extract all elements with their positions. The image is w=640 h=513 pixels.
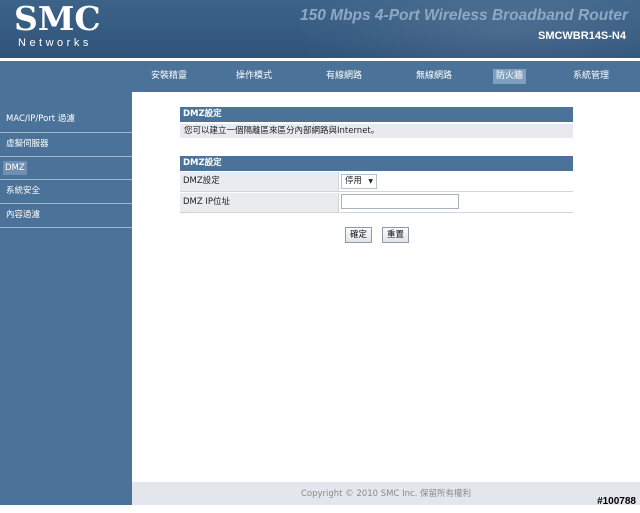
- top-nav: 安裝精靈 操作模式 有線網路 無線網路 防火牆 系統管理: [0, 61, 640, 92]
- dmz-setting-cell: 停用 ▼: [338, 172, 573, 191]
- sidebar-item-mac-ip-port-filter[interactable]: MAC/IP/Port 過濾: [0, 108, 132, 130]
- smc-logo-subtitle: Networks: [18, 37, 92, 49]
- dmz-setting-row: DMZ設定 停用 ▼: [180, 172, 573, 192]
- nav-item-system-management[interactable]: 系統管理: [573, 69, 609, 84]
- nav-item-setup-wizard[interactable]: 安裝精靈: [151, 69, 187, 84]
- nav-item-wireless-network[interactable]: 無線網路: [416, 69, 452, 84]
- nav-item-firewall[interactable]: 防火牆: [493, 69, 527, 84]
- dmz-ip-input[interactable]: [341, 194, 459, 209]
- apply-button[interactable]: 確定: [345, 227, 372, 243]
- dmz-ip-row: DMZ IP位址: [180, 193, 573, 213]
- reset-button[interactable]: 重置: [382, 227, 409, 243]
- bottom-strip: [0, 505, 640, 513]
- sidebar-item-virtual-server[interactable]: 虛擬伺服器: [0, 133, 132, 155]
- nav-item-wired-network[interactable]: 有線網路: [326, 69, 362, 84]
- main-content: DMZ設定 您可以建立一個隔離區來區分內部網路與Internet。 DMZ設定 …: [132, 92, 640, 482]
- section-title-dmz-intro: DMZ設定: [180, 107, 573, 122]
- dmz-setting-selected-value: 停用: [345, 176, 363, 186]
- section-title-dmz-settings: DMZ設定: [180, 156, 573, 171]
- product-title: 150 Mbps 4-Port Wireless Broadband Route…: [299, 7, 628, 24]
- dmz-description: 您可以建立一個隔離區來區分內部網路與Internet。: [180, 124, 573, 138]
- sidebar-divider: [0, 227, 132, 228]
- sidebar: MAC/IP/Port 過濾 虛擬伺服器 DMZ 系統安全 內容過濾: [0, 92, 132, 505]
- copyright-text: Copyright © 2010 SMC Inc. 保留所有權利: [300, 489, 472, 499]
- dmz-ip-cell: [338, 193, 573, 212]
- dmz-setting-select[interactable]: 停用 ▼: [341, 174, 377, 189]
- sidebar-item-dmz-label: DMZ: [3, 161, 27, 175]
- sidebar-item-dmz[interactable]: DMZ: [0, 157, 132, 179]
- dmz-ip-label: DMZ IP位址: [180, 193, 338, 212]
- image-id-label: #100788: [597, 496, 636, 507]
- dmz-setting-label: DMZ設定: [180, 172, 338, 191]
- chevron-down-icon: ▼: [368, 178, 373, 185]
- footer: Copyright © 2010 SMC Inc. 保留所有權利: [132, 482, 640, 505]
- nav-item-operation-mode[interactable]: 操作模式: [236, 69, 272, 84]
- header: SMC Networks 150 Mbps 4-Port Wireless Br…: [0, 0, 640, 58]
- model-number: SMCWBR14S-N4: [537, 30, 626, 42]
- sidebar-item-content-filter[interactable]: 內容過濾: [0, 204, 132, 226]
- sidebar-item-system-security[interactable]: 系統安全: [0, 180, 132, 202]
- smc-logo: SMC: [14, 0, 101, 38]
